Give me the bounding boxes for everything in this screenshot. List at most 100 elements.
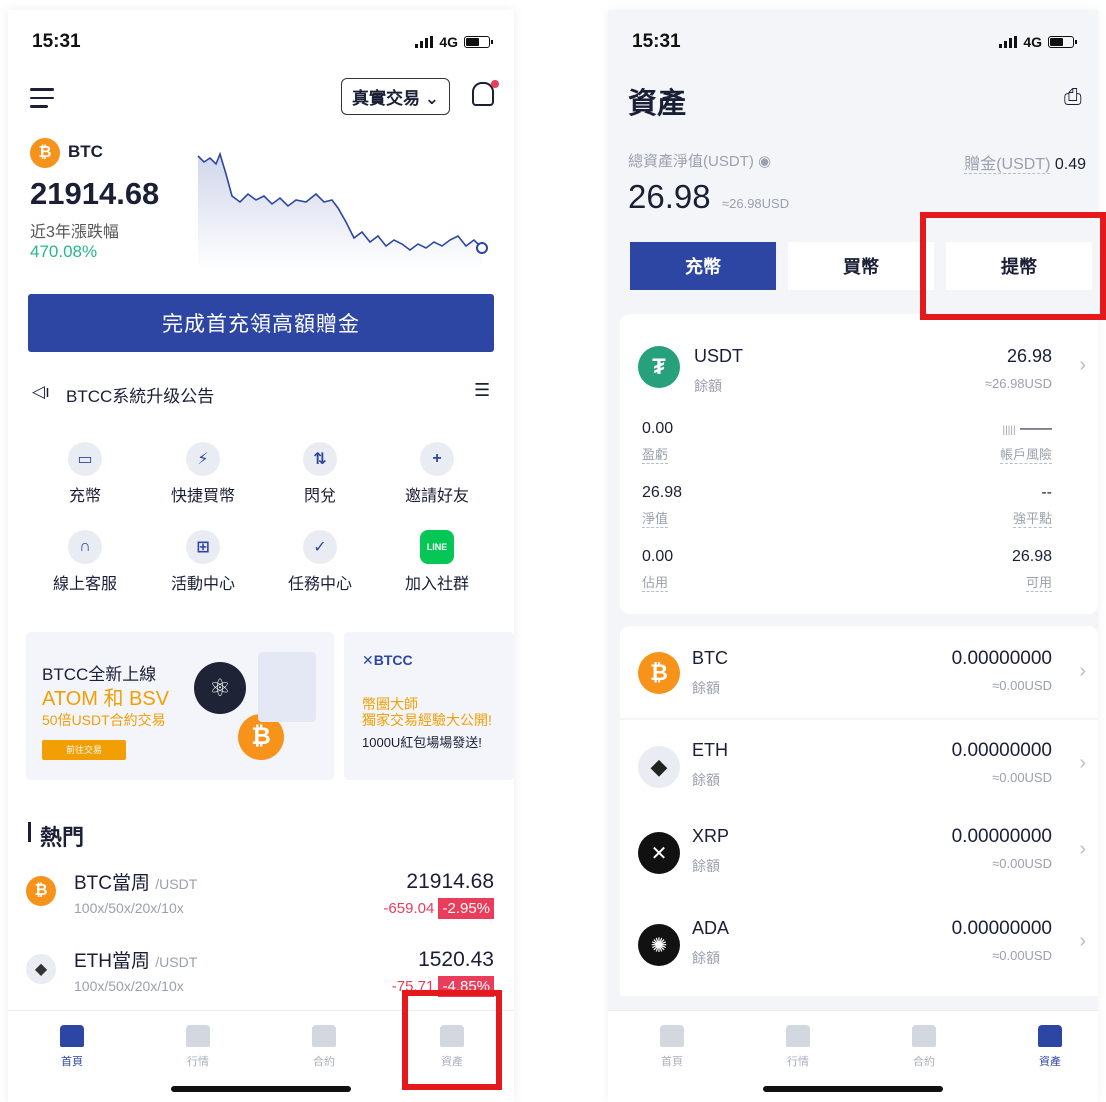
btc-coin-icon: ₿ xyxy=(638,652,680,694)
avail-value: 26.98 xyxy=(1011,548,1052,565)
tab-market[interactable]: 行情 xyxy=(768,1025,828,1069)
grid-label: 加入社群 xyxy=(404,576,469,593)
coin-usd: ≈0.00USD xyxy=(992,678,1052,693)
network-label: 4G xyxy=(1023,34,1042,50)
record-search-icon[interactable]: ⎙ xyxy=(1064,84,1082,110)
coin-sub: 餘額 xyxy=(692,680,720,696)
bar-chart-icon xyxy=(786,1025,810,1047)
coin-amount: 0.00000000 xyxy=(951,648,1052,669)
change-value: 470.08% xyxy=(30,242,98,261)
ticker-symbol: BTC xyxy=(68,142,103,161)
coin-sub: 餘額 xyxy=(692,950,720,966)
total-value: 26.98 xyxy=(628,178,711,215)
buy-button[interactable]: 買幣 xyxy=(788,242,934,290)
hot-row-btc[interactable]: ₿ BTC當周 /USDT 100x/50x/20x/10x 21914.68 … xyxy=(8,858,514,934)
trade-mode-dropdown[interactable]: 真實交易 ⌄ xyxy=(341,78,450,115)
eth-coin-icon: ◆ xyxy=(26,954,56,984)
grid-events[interactable]: ⊞ 活動中心 xyxy=(148,530,258,594)
avail-label: 可用 xyxy=(1025,572,1052,592)
coin-name: XRP xyxy=(692,826,730,846)
home-indicator xyxy=(171,1086,351,1092)
asset-row-ada[interactable]: ✺ ADA 餘額 0.00000000 ≈0.00USD › xyxy=(620,904,1098,996)
banner2-line2: 獨家交易經驗大公開! xyxy=(362,712,492,728)
coin-name: BTC xyxy=(692,648,728,668)
list-icon[interactable]: ☰ xyxy=(474,380,490,401)
grid-support[interactable]: ∩ 線上客服 xyxy=(30,530,140,594)
announcement-text[interactable]: BTCC系統升级公告 xyxy=(66,382,214,407)
tab-contract[interactable]: 合約 xyxy=(894,1025,954,1069)
menu-icon[interactable] xyxy=(30,88,54,114)
grid-label: 快捷買幣 xyxy=(170,488,235,505)
eye-icon[interactable]: ◉ xyxy=(758,153,771,170)
chevron-right-icon: › xyxy=(1079,752,1086,774)
grid-tasks[interactable]: ✓ 任務中心 xyxy=(265,530,375,594)
trade-mode-label: 真實交易 xyxy=(352,89,420,108)
pnl-value: 0.00 xyxy=(642,420,674,437)
asset-row-eth[interactable]: ◆ ETH 餘額 0.00000000 ≈0.00USD › xyxy=(620,720,1098,812)
eth-coin-icon: ◆ xyxy=(638,746,680,788)
tab-label: 合約 xyxy=(313,1056,335,1068)
grid-deposit[interactable]: ▭ 充幣 xyxy=(30,442,140,506)
bonus[interactable]: 贈金(USDT) 0.49 xyxy=(964,150,1086,174)
grid-invite[interactable]: + 邀請好友 xyxy=(382,442,492,506)
checklist-icon: ✓ xyxy=(303,530,337,564)
highlight-assets-tab xyxy=(402,990,502,1090)
coin-amount: 26.98 xyxy=(1006,346,1052,366)
tab-market[interactable]: 行情 xyxy=(168,1025,228,1069)
xrp-coin-icon: ✕ xyxy=(638,832,680,874)
tab-label: 行情 xyxy=(787,1056,809,1068)
grid-swap[interactable]: ⇅ 閃兌 xyxy=(265,442,375,506)
coin-sub: 餘額 xyxy=(694,378,722,394)
first-deposit-button[interactable]: 完成首充領高額贈金 xyxy=(28,294,494,352)
equity-label: 淨值 xyxy=(642,508,669,528)
banner-brand: ✕BTCC xyxy=(362,652,413,668)
lightning-icon: ⚡ xyxy=(186,442,220,476)
coin-sub: 餘額 xyxy=(692,772,720,788)
tab-home[interactable]: 首頁 xyxy=(642,1025,702,1069)
master-banner[interactable]: ✕BTCC 幣圈大師 獨家交易經驗大公開! 1000U紅包場場發送! xyxy=(344,632,514,780)
tab-assets[interactable]: 資產 xyxy=(1020,1025,1080,1069)
coin-usd: ≈0.00USD xyxy=(992,856,1052,871)
contract-quote: /USDT xyxy=(155,954,198,970)
asset-row-btc[interactable]: ₿ BTC 餘額 0.00000000 ≈0.00USD › xyxy=(620,626,1098,718)
contract-icon xyxy=(312,1025,336,1047)
status-time: 15:31 xyxy=(32,31,81,52)
grid-community[interactable]: LINE 加入社群 xyxy=(382,530,492,594)
swap-icon: ⇅ xyxy=(303,442,337,476)
ada-coin-icon: ✺ xyxy=(638,924,680,966)
banner-line3: 50倍USDT合約交易 xyxy=(42,712,166,728)
coin-amount: 0.00000000 xyxy=(951,918,1052,939)
grid-quick-buy[interactable]: ⚡ 快捷買幣 xyxy=(148,442,258,506)
atom-bsv-banner[interactable]: BTCC全新上線 ATOM 和 BSV 50倍USDT合約交易 前往交易 ⚛ ₿ xyxy=(26,632,334,780)
speaker-icon: ◁ı xyxy=(32,382,50,401)
network-label: 4G xyxy=(439,34,458,50)
btc-coin-icon: ₿ xyxy=(26,876,56,906)
signal-icon xyxy=(999,36,1018,48)
coin-name: ETH xyxy=(692,740,728,760)
coin-usd: ≈26.98USD xyxy=(984,376,1052,391)
contract-icon xyxy=(912,1025,936,1047)
tab-home[interactable]: 首頁 xyxy=(42,1025,102,1069)
tab-label: 首頁 xyxy=(61,1056,83,1068)
tab-contract[interactable]: 合約 xyxy=(294,1025,354,1069)
page-title: 資產 xyxy=(628,88,687,120)
go-trade-button[interactable]: 前往交易 xyxy=(42,740,126,760)
risk-bars-icon: ||||| xyxy=(1002,425,1016,436)
chevron-right-icon: › xyxy=(1079,838,1086,860)
grid-label: 邀請好友 xyxy=(404,488,469,505)
contract-name: BTC當周 xyxy=(74,873,151,894)
chevron-right-icon: › xyxy=(1079,354,1086,376)
btc-coin-icon: ₿ xyxy=(30,138,60,168)
home-indicator xyxy=(763,1086,943,1092)
equity-value: 26.98 xyxy=(642,484,683,501)
deposit-button[interactable]: 充幣 xyxy=(630,242,776,290)
battery-icon xyxy=(464,36,493,48)
chevron-right-icon: › xyxy=(1079,930,1086,952)
pnl-label: 盈虧 xyxy=(642,444,669,464)
grid-label: 活動中心 xyxy=(170,576,235,593)
chevron-down-icon: ⌄ xyxy=(424,89,439,108)
asset-row-xrp[interactable]: ✕ XRP 餘額 0.00000000 ≈0.00USD › xyxy=(620,812,1098,904)
usdt-card[interactable]: ₮ USDT 餘額 26.98 ≈26.98USD › 0.00 盈虧 ||||… xyxy=(620,314,1098,614)
coin-name: ADA xyxy=(692,918,730,938)
usdt-coin-icon: ₮ xyxy=(638,346,680,388)
